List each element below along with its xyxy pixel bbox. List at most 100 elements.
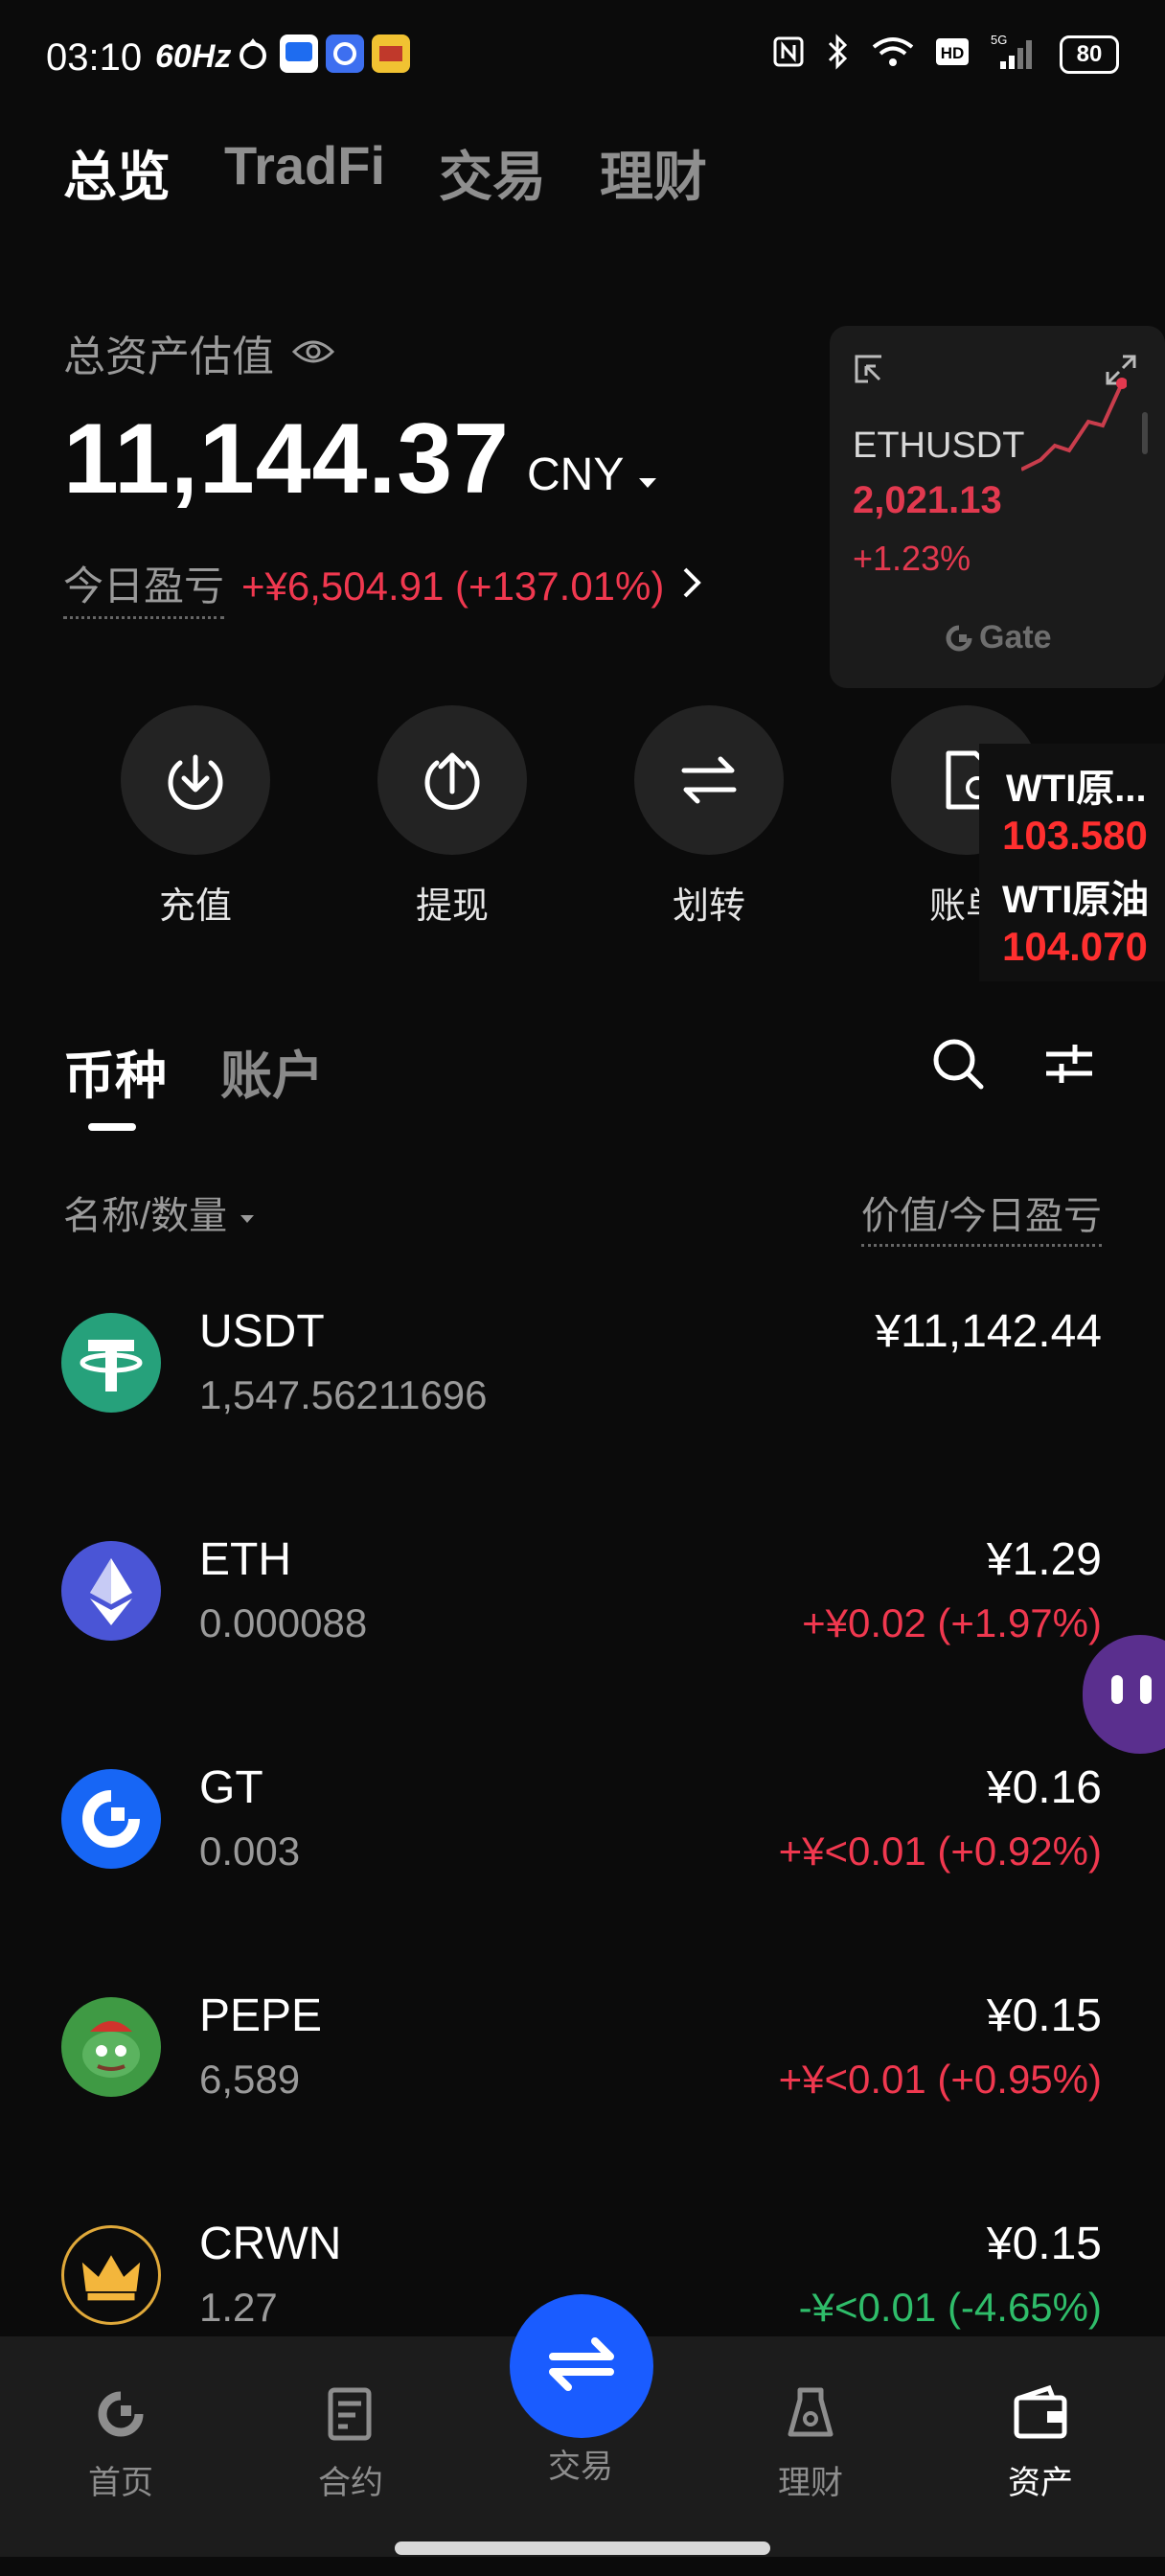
nav-assets[interactable]: 资产 — [969, 2384, 1112, 2503]
today-pnl-label: 今日盈亏 — [63, 554, 225, 619]
nav-finance-label: 理财 — [778, 2465, 843, 2501]
home-indicator[interactable] — [395, 2542, 770, 2555]
today-pnl-row[interactable]: 今日盈亏 +¥6,504.91 (+137.01%) — [63, 554, 702, 619]
currency-selector[interactable]: CNY — [527, 448, 658, 501]
notification-app-icon — [234, 34, 272, 73]
signal-icon: 5G — [991, 33, 1039, 76]
minimize-icon[interactable] — [853, 353, 885, 390]
active-tab-indicator — [88, 1123, 136, 1131]
asset-value: ¥1.29 — [986, 1534, 1102, 1585]
top-tabs: 总览 TradFi 交易 理财 — [63, 134, 707, 212]
ticker-scroll-indicator — [1142, 412, 1148, 454]
crwn-logo-icon — [61, 2225, 161, 2325]
nav-trade[interactable]: 交易 — [509, 2432, 652, 2487]
asset-value: ¥11,142.44 — [875, 1306, 1102, 1357]
section-tabs: 币种 账户 — [63, 1033, 324, 1109]
asset-symbol: ETH — [199, 1534, 291, 1585]
oil-price-overlay[interactable]: WTI原... 103.580 WTI原油 104.070 — [979, 744, 1165, 981]
usdt-logo-icon — [61, 1313, 161, 1413]
nav-futures[interactable]: 合约 — [279, 2384, 423, 2503]
oil-price: 104.070 — [1002, 924, 1148, 969]
gate-icon — [946, 625, 972, 651]
svg-text:HD: HD — [941, 44, 965, 62]
total-assets-amount: 11,144.37 — [63, 403, 510, 515]
assistant-eye — [1140, 1675, 1152, 1704]
total-assets-label: 总资产估值 — [63, 322, 335, 383]
asset-row-eth[interactable]: ETH 0.000088 ¥1.29 +¥0.02 (+1.97%) — [0, 1533, 1165, 1725]
asset-symbol: GT — [199, 1762, 263, 1813]
search-icon[interactable] — [929, 1035, 987, 1097]
nav-trade-label: 交易 — [548, 2449, 613, 2485]
swap-icon — [545, 2328, 618, 2405]
asset-quantity: 0.003 — [199, 1828, 301, 1874]
trade-fab-button[interactable] — [510, 2294, 653, 2438]
home-icon — [91, 2391, 150, 2448]
asset-symbol: USDT — [199, 1306, 325, 1357]
asset-quantity: 1.27 — [199, 2285, 278, 2330]
tab-coins[interactable]: 币种 — [63, 1033, 167, 1109]
nav-home[interactable]: 首页 — [49, 2384, 193, 2503]
filter-icon[interactable] — [1042, 1037, 1096, 1095]
column-header-name: 名称/数量 — [63, 1195, 228, 1237]
battery-indicator: 80 — [1060, 34, 1119, 74]
currency-label: CNY — [527, 449, 625, 500]
ticker-change: +1.23% — [853, 539, 971, 578]
tab-accounts[interactable]: 账户 — [220, 1033, 324, 1109]
gt-logo-icon — [61, 1769, 161, 1869]
nav-finance[interactable]: 理财 — [739, 2384, 882, 2503]
withdraw-label: 提现 — [415, 886, 489, 927]
refresh-rate: 60Hz — [155, 38, 232, 75]
asset-row-usdt[interactable]: USDT 1,547.56211696 ¥11,142.44 — [0, 1305, 1165, 1497]
nfc-icon — [772, 35, 805, 73]
asset-symbol: PEPE — [199, 1990, 323, 2041]
asset-value: ¥0.15 — [986, 1990, 1102, 2041]
deposit-button[interactable]: 充值 — [119, 705, 272, 929]
hd-icon: HD — [935, 37, 970, 71]
column-header-value[interactable]: 价值/今日盈亏 — [860, 1184, 1102, 1247]
tab-tradfi[interactable]: TradFi — [224, 134, 385, 212]
eye-icon[interactable] — [291, 329, 335, 377]
asset-value: ¥0.16 — [986, 1762, 1102, 1813]
tab-trade[interactable]: 交易 — [439, 134, 546, 212]
transfer-button[interactable]: 划转 — [632, 705, 786, 929]
withdraw-button[interactable]: 提现 — [376, 705, 529, 929]
asset-pnl: +¥<0.01 (+0.95%) — [778, 2057, 1102, 2102]
asset-row-pepe[interactable]: PEPE 6,589 ¥0.15 +¥<0.01 (+0.95%) — [0, 1990, 1165, 2181]
pepe-logo-icon — [61, 1997, 161, 2097]
total-assets-label-text: 总资产估值 — [63, 334, 274, 380]
asset-value: ¥0.15 — [986, 2219, 1102, 2269]
oil-name: WTI原油 — [1002, 879, 1150, 921]
tab-finance[interactable]: 理财 — [600, 134, 707, 212]
status-time: 03:10 — [46, 36, 143, 79]
gate-brand-text: Gate — [979, 619, 1052, 656]
tab-overview[interactable]: 总览 — [63, 134, 171, 212]
asset-row-gt[interactable]: GT 0.003 ¥0.16 +¥<0.01 (+0.92%) — [0, 1761, 1165, 1953]
notification-app-icon — [326, 34, 364, 73]
gate-logo: Gate — [945, 619, 1052, 656]
oil-name: WTI原... — [1006, 768, 1147, 810]
asset-symbol: CRWN — [199, 2219, 342, 2269]
network-type-label: 5G — [991, 33, 1007, 47]
nav-home-label: 首页 — [88, 2465, 153, 2501]
asset-pnl: -¥<0.01 (-4.65%) — [798, 2285, 1102, 2330]
contract-icon — [321, 2387, 380, 2448]
notification-app-icon — [372, 34, 410, 73]
withdraw-icon — [377, 705, 527, 855]
asset-quantity: 0.000088 — [199, 1600, 368, 1645]
bluetooth-icon — [826, 34, 851, 75]
wallet-icon — [1011, 2384, 1070, 2448]
asset-quantity: 6,589 — [199, 2057, 301, 2102]
asset-quantity: 1,547.56211696 — [199, 1372, 488, 1417]
sort-by-name-qty[interactable]: 名称/数量 — [63, 1184, 256, 1240]
nav-assets-label: 资产 — [1008, 2465, 1073, 2501]
nav-futures-label: 合约 — [318, 2465, 383, 2501]
wifi-icon — [872, 35, 914, 73]
caret-down-icon — [239, 1191, 256, 1234]
floating-ticker-card[interactable]: ETHUSDT 2,021.13 +1.23% Gate — [830, 326, 1165, 688]
ticker-sparkline — [1021, 378, 1127, 472]
today-pnl-value: +¥6,504.91 (+137.01%) — [241, 564, 665, 609]
caret-down-icon — [637, 448, 658, 501]
oil-price: 103.580 — [1002, 813, 1148, 858]
ticker-pair: ETHUSDT — [853, 426, 1025, 466]
deposit-icon — [121, 705, 270, 855]
